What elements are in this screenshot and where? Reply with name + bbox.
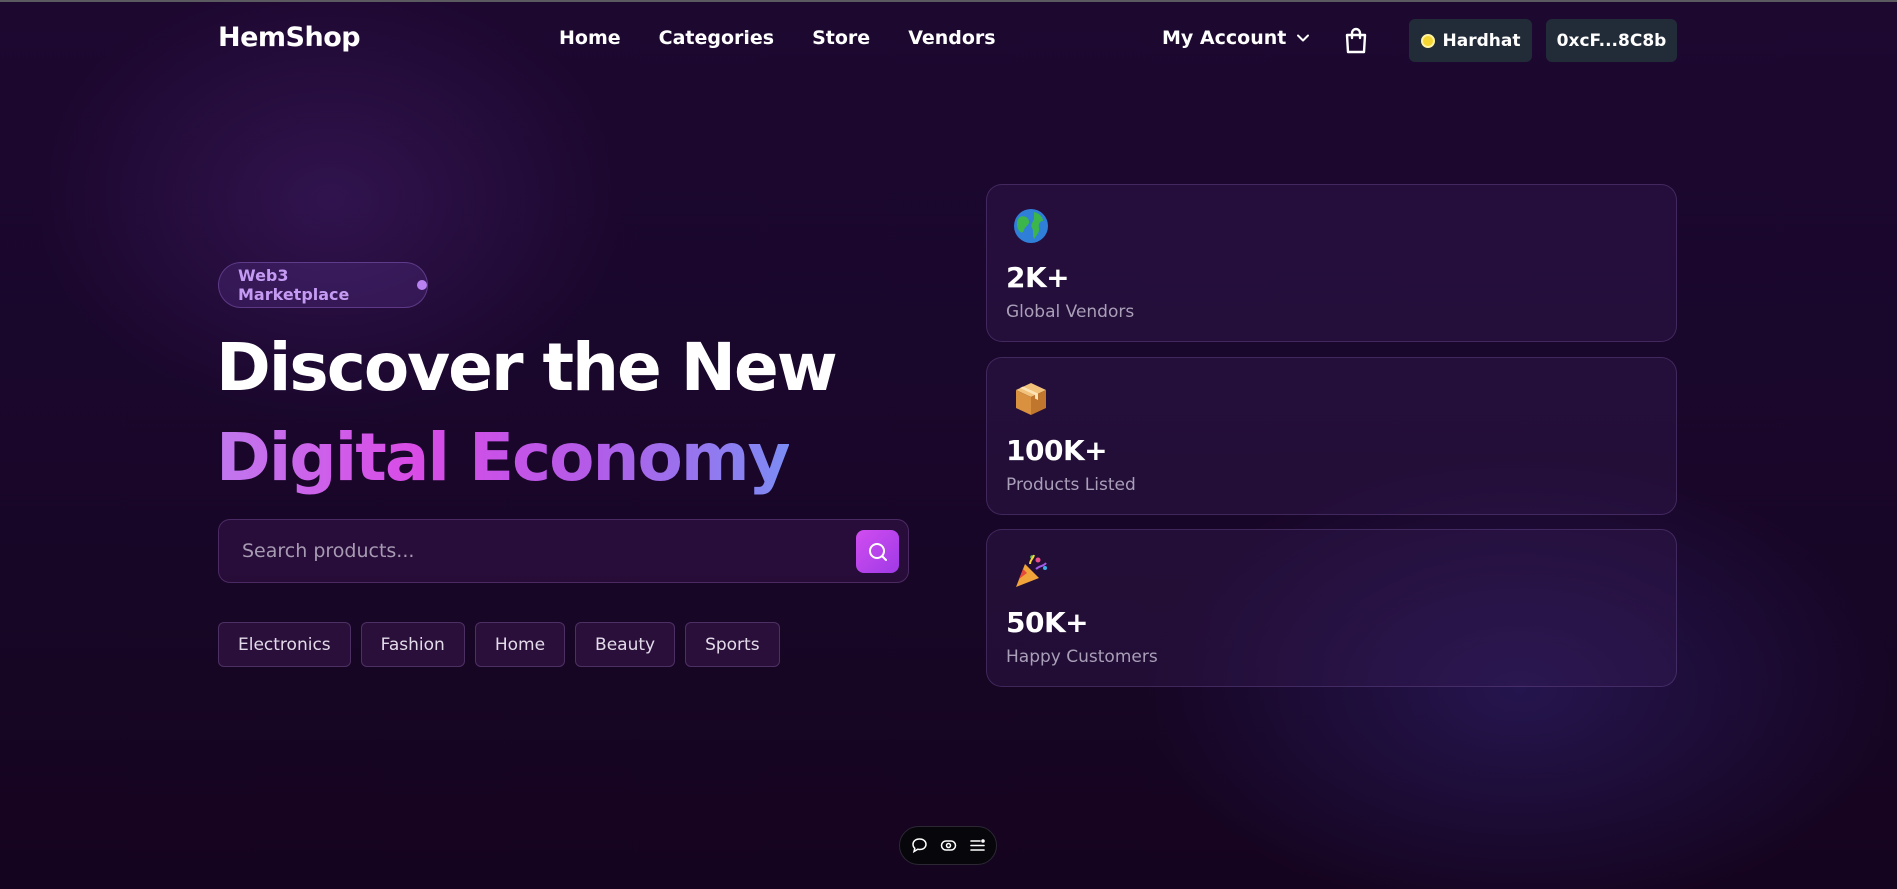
badge-dot-icon: [417, 280, 427, 290]
nav-link-home[interactable]: Home: [559, 27, 621, 49]
search-bar: [218, 519, 909, 583]
site-logo[interactable]: HemShop: [218, 22, 361, 53]
my-account-dropdown[interactable]: My Account: [1162, 27, 1310, 49]
chat-bubble-icon[interactable]: [911, 837, 928, 854]
stat-label: Happy Customers: [1006, 647, 1158, 667]
hero-badge: Web3 Marketplace: [218, 262, 428, 308]
party-popper-icon: [1016, 554, 1047, 587]
category-chip-beauty[interactable]: Beauty: [575, 622, 676, 667]
stat-card-vendors: 2K+ Global Vendors: [986, 184, 1677, 342]
search-icon: [868, 542, 887, 561]
wallet-address-label: 0xcF...8C8b: [1556, 30, 1667, 51]
category-chip-fashion[interactable]: Fashion: [360, 622, 465, 667]
search-button[interactable]: [856, 530, 899, 573]
menu-list-icon[interactable]: [969, 837, 986, 854]
top-navigation: HemShop Home Categories Store Vendors My…: [0, 0, 1897, 80]
globe-icon: [1014, 209, 1048, 243]
hero-title-line2: Digital Economy: [216, 419, 791, 496]
my-account-label: My Account: [1162, 27, 1287, 49]
hero-badge-label: Web3 Marketplace: [238, 266, 350, 304]
stat-value: 100K+: [1006, 434, 1108, 467]
hardhat-icon: [1420, 33, 1435, 48]
main-menu: Home Categories Store Vendors: [559, 27, 996, 49]
stat-card-customers: 50K+ Happy Customers: [986, 529, 1677, 687]
category-chip-sports[interactable]: Sports: [685, 622, 780, 667]
floating-toolbar: [899, 826, 997, 865]
chevron-down-icon: [1297, 34, 1310, 42]
stat-value: 2K+: [1006, 261, 1070, 294]
nav-link-categories[interactable]: Categories: [659, 27, 774, 49]
category-chip-electronics[interactable]: Electronics: [218, 622, 351, 667]
stat-value: 50K+: [1006, 606, 1089, 639]
package-icon: [1016, 383, 1046, 415]
nav-link-store[interactable]: Store: [812, 27, 870, 49]
stat-label: Products Listed: [1006, 475, 1136, 495]
stat-card-products: 100K+ Products Listed: [986, 357, 1677, 515]
network-button[interactable]: Hardhat: [1409, 19, 1532, 62]
search-input[interactable]: [242, 520, 842, 582]
shopping-bag-icon[interactable]: [1343, 26, 1369, 54]
hero-title-line1: Discover the New: [216, 329, 838, 406]
eye-icon[interactable]: [940, 837, 957, 854]
nav-link-vendors[interactable]: Vendors: [908, 27, 995, 49]
wallet-address-button[interactable]: 0xcF...8C8b: [1546, 19, 1677, 62]
category-chip-home[interactable]: Home: [474, 622, 566, 667]
stat-label: Global Vendors: [1006, 302, 1135, 322]
category-chips: Electronics Fashion Home Beauty Sports: [218, 622, 780, 667]
network-label: Hardhat: [1442, 30, 1521, 51]
